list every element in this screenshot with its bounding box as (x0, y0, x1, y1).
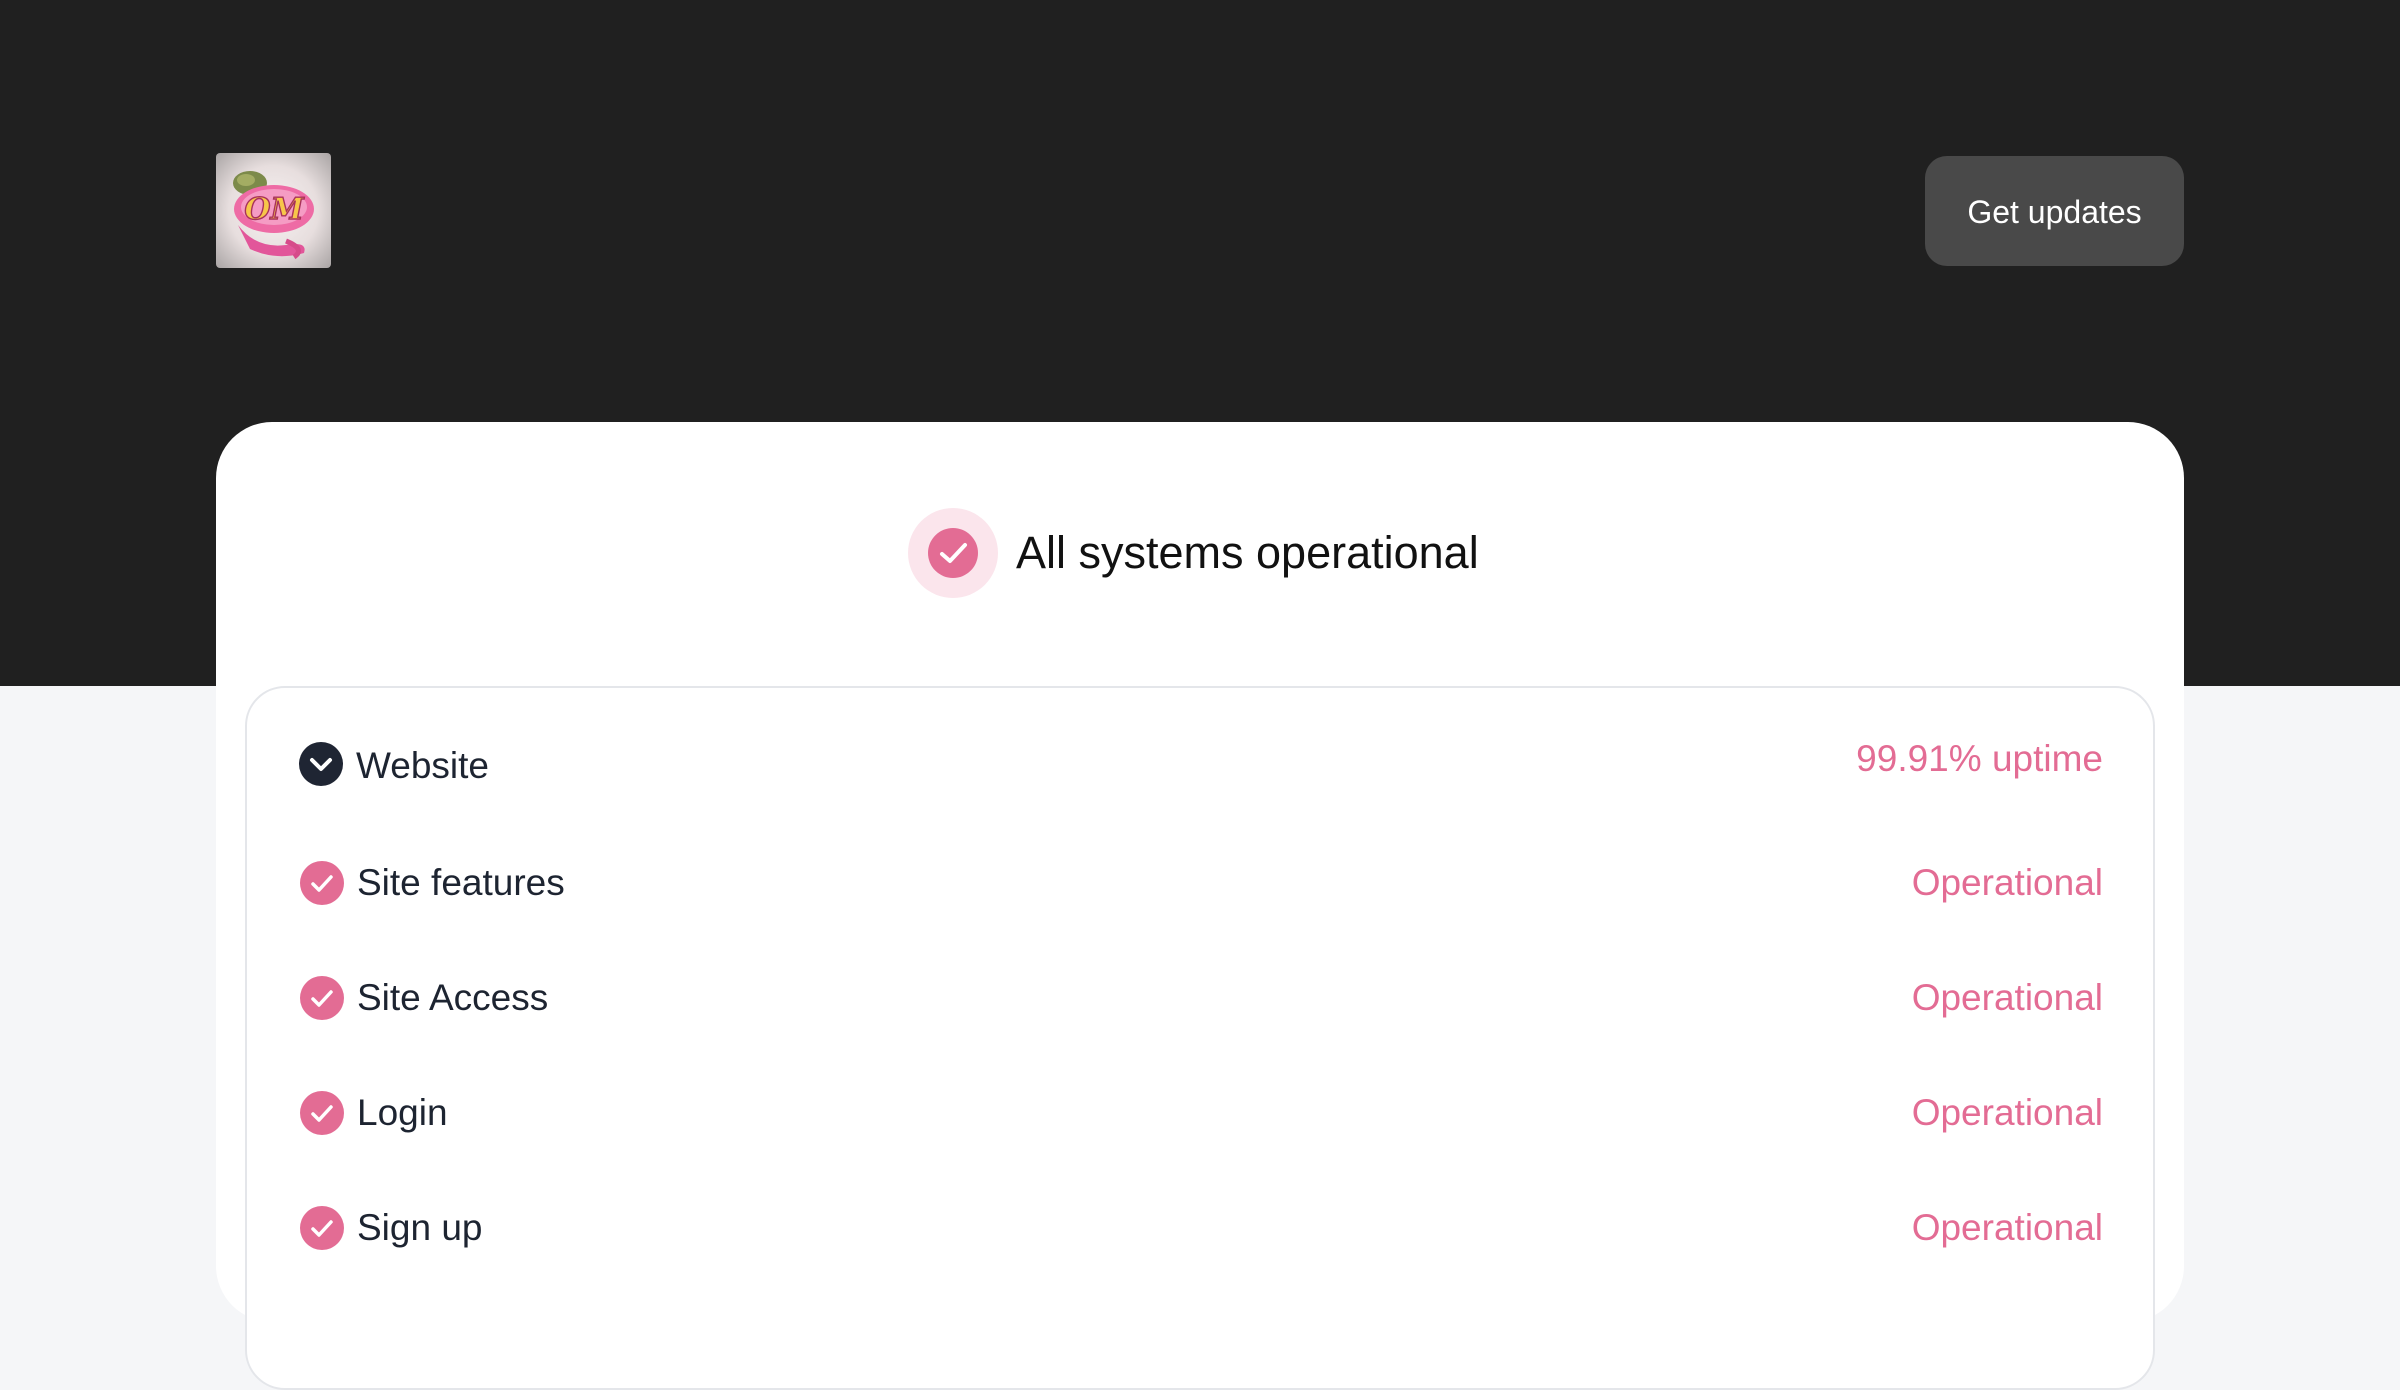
brand-logo-image: OM (233, 171, 314, 260)
chevron-down-icon[interactable] (299, 742, 343, 786)
uptime-value: 99.91% uptime (1856, 738, 2103, 779)
list-item: Login Operational (247, 1073, 2153, 1153)
check-circle-icon (300, 1091, 344, 1135)
status-card: All systems operational Website 99.91% u… (216, 422, 2184, 1390)
component-name: Site features (357, 862, 565, 903)
component-name: Sign up (357, 1207, 483, 1248)
check-circle-icon (908, 508, 998, 598)
group-website[interactable]: Website 99.91% uptime (247, 688, 2153, 818)
group-name: Website (356, 745, 489, 786)
check-circle-icon (300, 976, 344, 1020)
overall-status: All systems operational (216, 422, 2184, 684)
list-item: Site features Operational (247, 843, 2153, 923)
svg-text:OM: OM (244, 192, 304, 227)
brand-logo[interactable]: OM (216, 153, 331, 268)
get-updates-button[interactable]: Get updates (1925, 156, 2184, 266)
component-name: Site Access (357, 977, 549, 1018)
overall-status-text: All systems operational (1016, 527, 1479, 578)
list-item: Sign up Operational (247, 1188, 2153, 1268)
component-status: Operational (1911, 862, 2103, 903)
components-panel: Website 99.91% uptime Site features Oper… (245, 686, 2155, 1390)
check-circle-icon (300, 861, 344, 905)
list-item: Site Access Operational (247, 958, 2153, 1038)
component-name: Login (357, 1092, 448, 1133)
component-status: Operational (1911, 1092, 2103, 1133)
component-status: Operational (1911, 977, 2103, 1018)
component-status: Operational (1911, 1207, 2103, 1248)
check-circle-icon (300, 1206, 344, 1250)
